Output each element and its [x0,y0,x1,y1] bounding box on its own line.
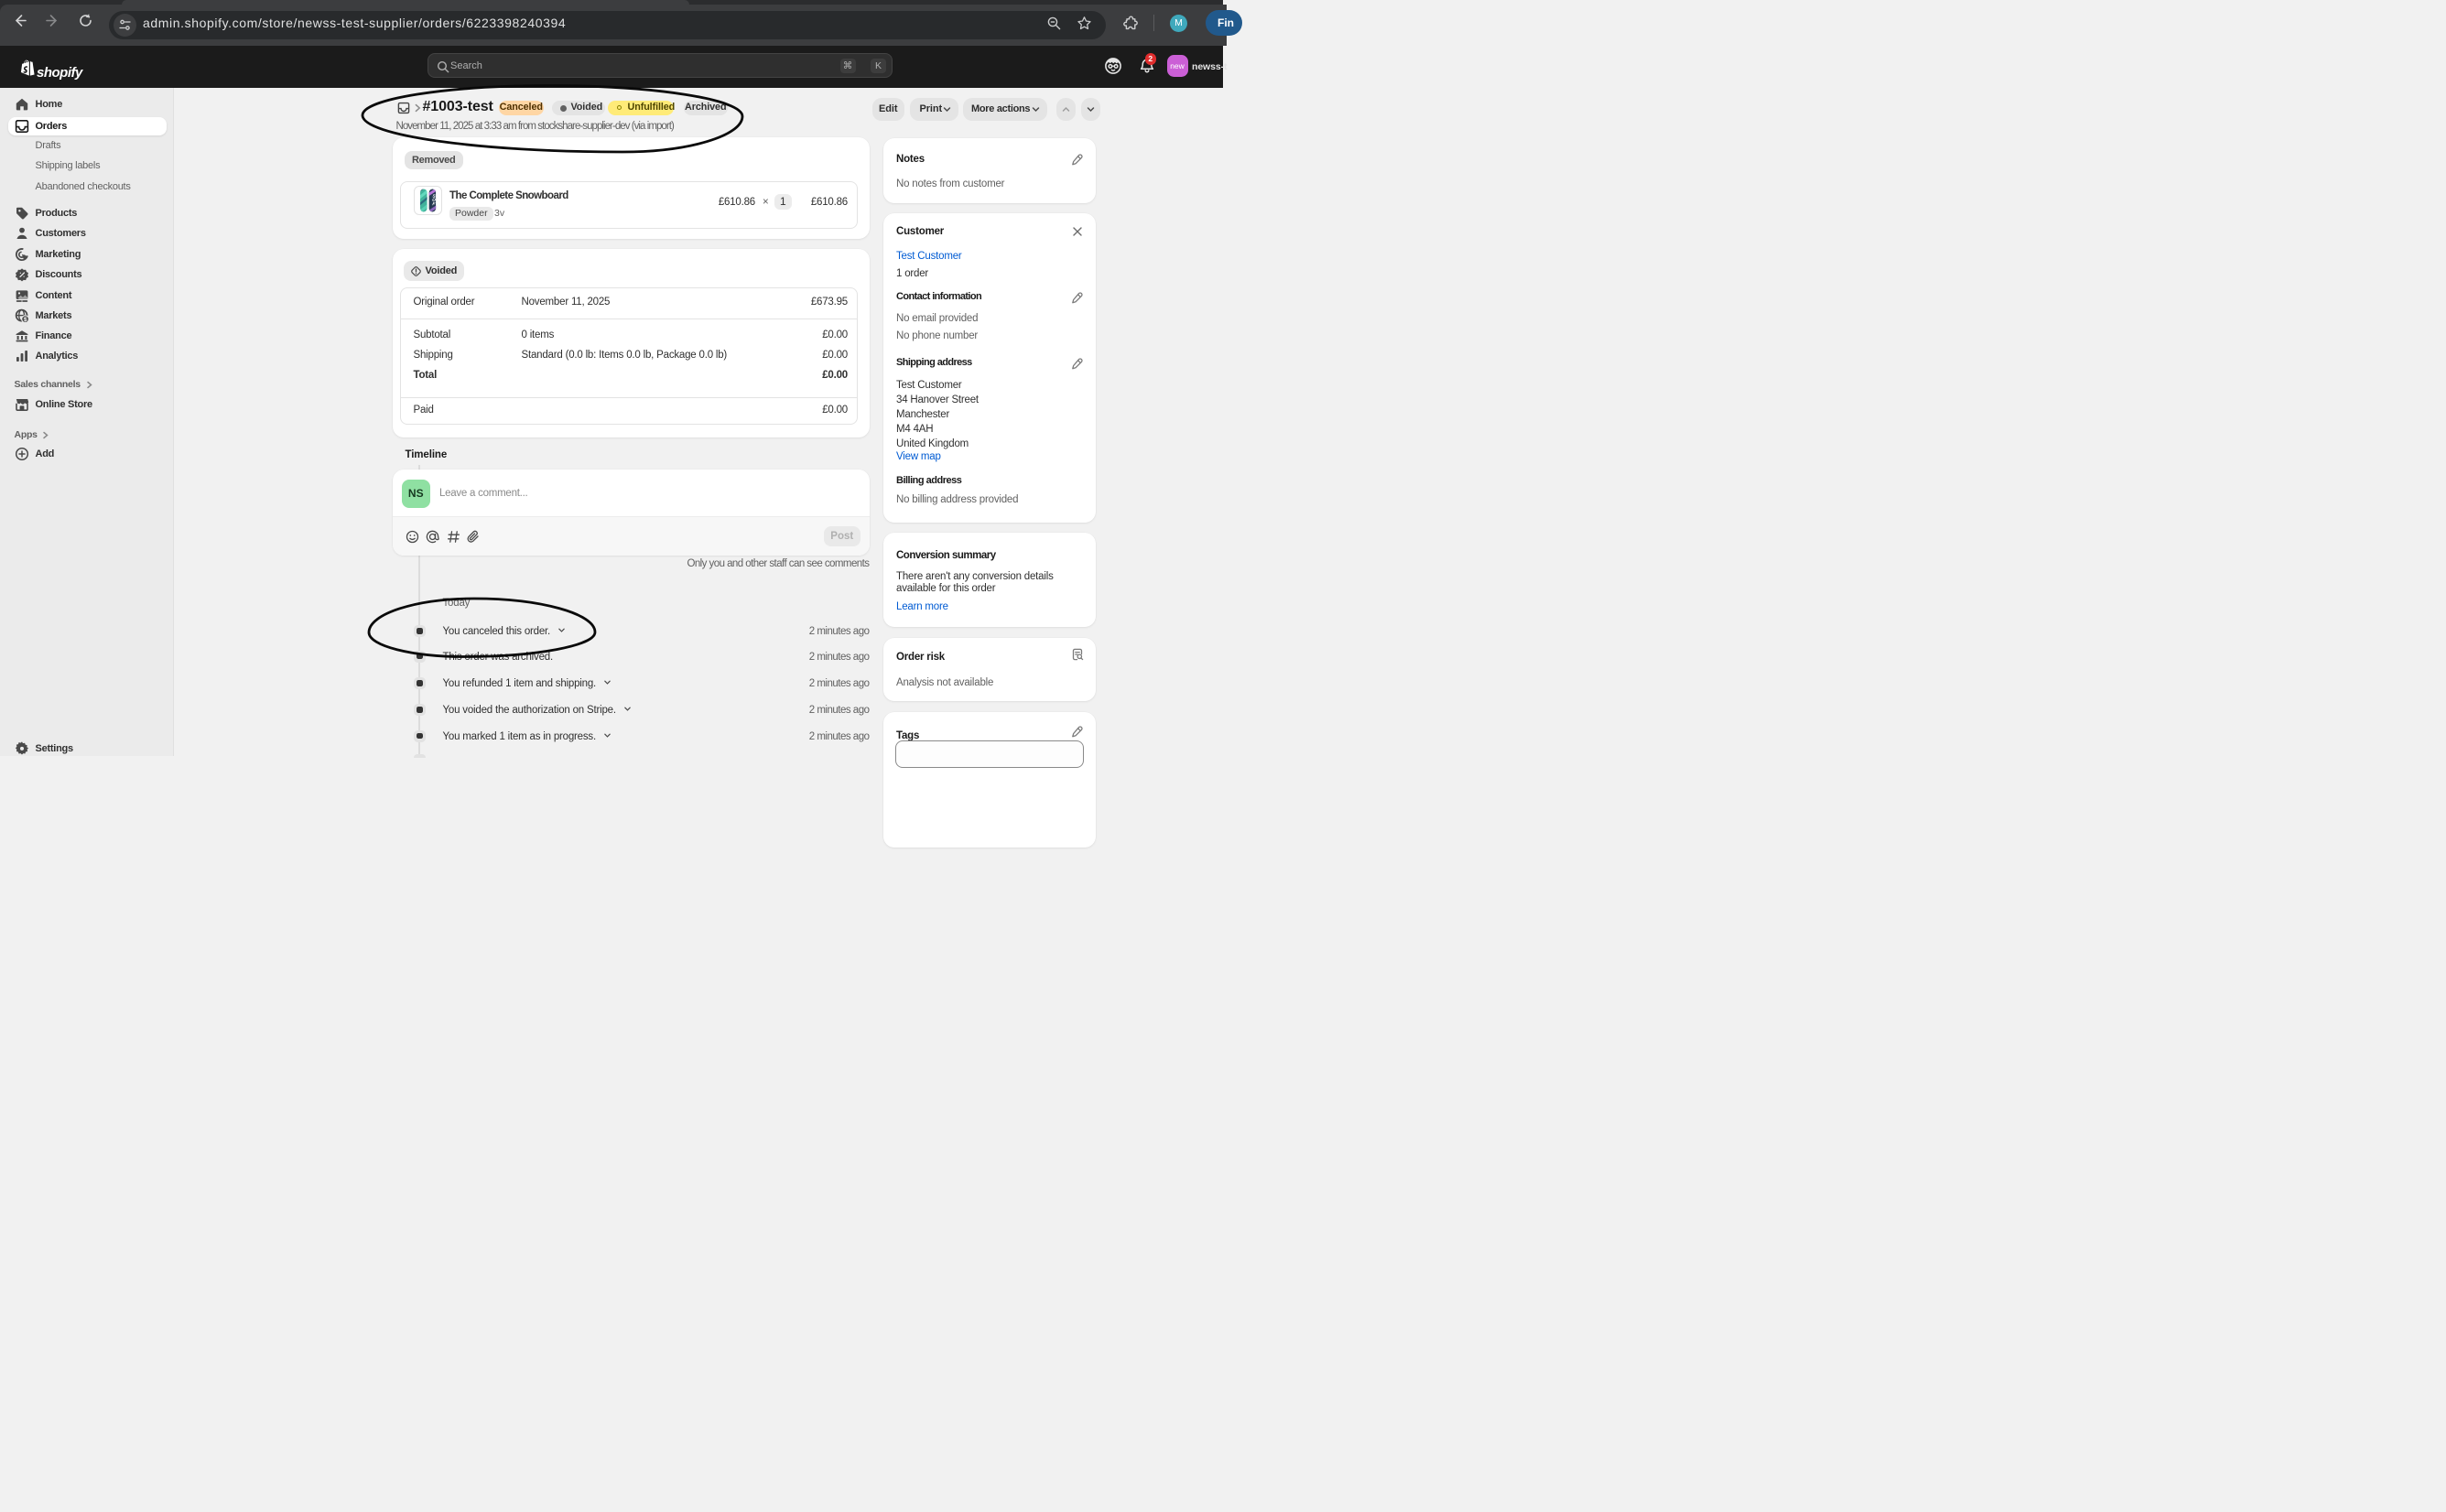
svg-text:FY: FY [431,201,437,208]
